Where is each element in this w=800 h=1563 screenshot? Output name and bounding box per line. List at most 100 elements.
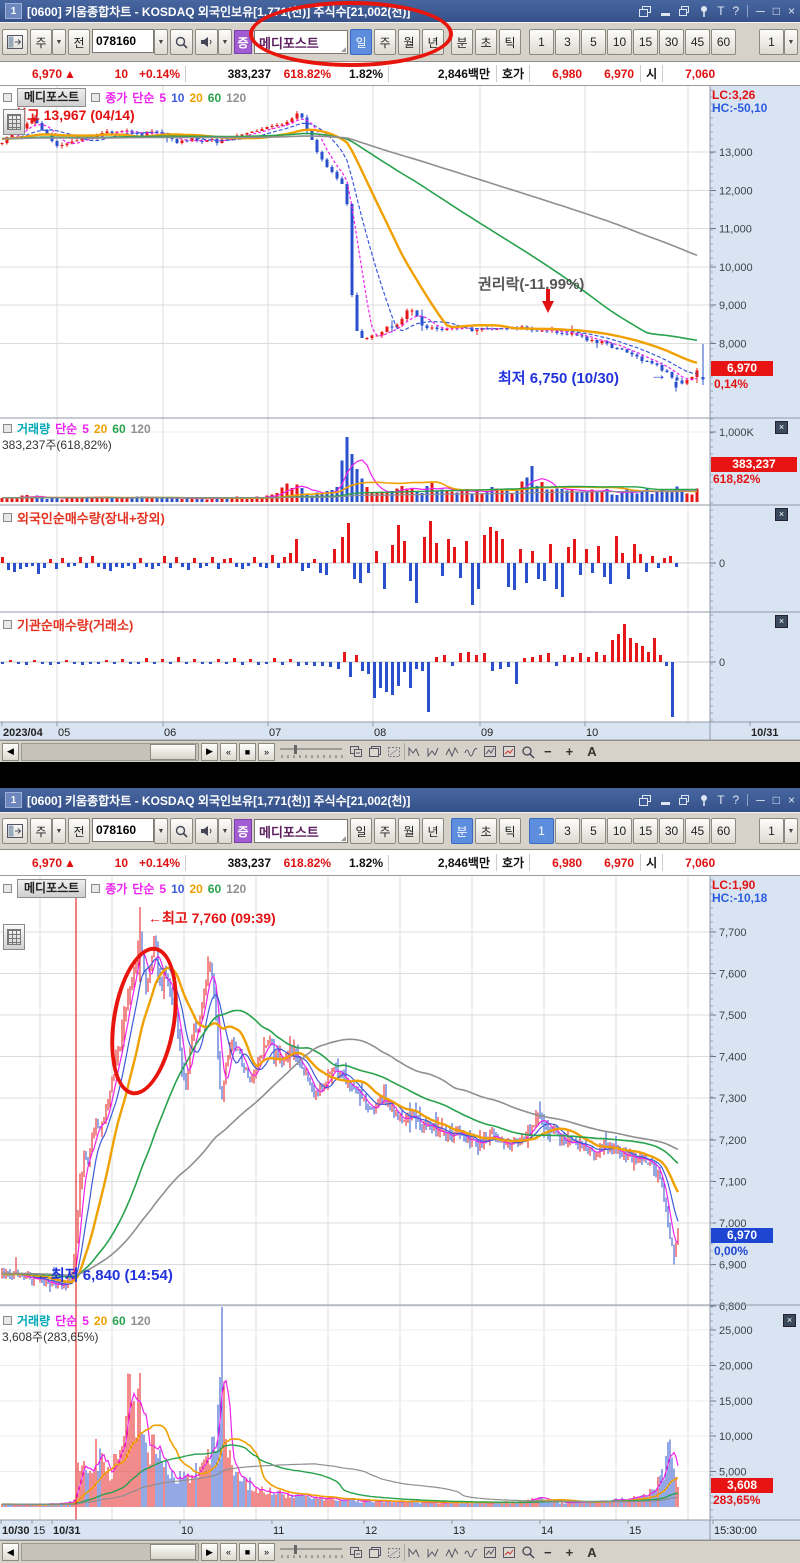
cascade-icon[interactable] [679,794,691,806]
chevron-down-icon[interactable]: ▼ [52,818,66,844]
auto-scale-button[interactable]: A [581,743,602,761]
title-bar[interactable]: 1 [0600] 키움종합차트 - KOSDAQ 외국인보유[1,771(천)]… [0,788,800,812]
forward-icon[interactable]: » [258,742,275,761]
legend-checkbox[interactable] [3,1316,12,1325]
copy-window-icon[interactable] [347,1544,364,1561]
close-icon[interactable]: × [788,794,795,806]
maximize-icon[interactable]: □ [773,5,780,17]
valley-line-icon[interactable] [424,1544,441,1561]
text-tool-icon[interactable]: T [717,794,724,806]
peak-line-icon[interactable] [404,743,422,760]
zoom-slider[interactable] [277,743,345,760]
minute-5-button[interactable]: 5 [581,818,606,844]
rewind-icon[interactable]: « [220,742,237,761]
popout-icon[interactable] [639,5,652,17]
popout-icon[interactable] [639,794,652,806]
tab-tick[interactable]: 틱 [499,818,521,844]
help-icon[interactable]: ? [733,5,740,17]
minute-30-button[interactable]: 30 [659,818,684,844]
close-pane-icon[interactable]: × [775,615,788,628]
zoom-icon[interactable] [519,743,536,760]
chevron-down-icon[interactable]: ▼ [154,29,168,55]
search-icon[interactable] [170,29,193,55]
close-icon[interactable]: × [788,5,795,17]
zoom-out-button[interactable]: − [538,1543,558,1561]
close-pane-icon[interactable]: × [775,508,788,521]
speaker-icon[interactable] [195,818,218,844]
minute-45-button[interactable]: 45 [685,818,710,844]
minute-chart-canvas[interactable]: 7,7007,6007,5007,4007,3007,2007,1007,000… [0,876,800,1540]
close-pane-icon[interactable]: × [775,421,788,434]
minute-3-button[interactable]: 3 [555,818,580,844]
minute-10-button[interactable]: 10 [607,818,632,844]
tab-second[interactable]: 초 [475,818,497,844]
minute-60-button[interactable]: 60 [711,818,736,844]
play-icon[interactable]: ▶ [201,1543,218,1561]
valley-line-icon[interactable] [424,743,441,760]
layout-icon[interactable] [2,818,28,844]
text-tool-icon[interactable]: T [717,5,724,17]
minimize-panel-icon[interactable] [659,6,671,17]
speaker-icon[interactable] [195,29,218,55]
minute-30-button[interactable]: 30 [659,29,684,55]
custom-minute-value[interactable]: 1 [759,818,784,844]
tab-second[interactable]: 초 [475,29,497,55]
zoom-slider[interactable] [277,1544,345,1561]
h-scrollbar[interactable] [21,1543,199,1561]
minimize-icon[interactable]: ─ [756,5,765,17]
chevron-down-icon[interactable]: ▼ [784,818,798,844]
legend-checkbox[interactable] [3,93,12,102]
peak-line-icon[interactable] [404,1543,422,1561]
play-icon[interactable]: ▶ [201,742,218,761]
wave-line-icon[interactable] [462,743,479,760]
legend-checkbox[interactable] [91,884,101,893]
jeon-button[interactable]: 전 [68,818,90,844]
tab-yearly[interactable]: 년 [422,818,444,844]
jeon-button[interactable]: 전 [68,29,90,55]
forward-icon[interactable]: » [258,1543,275,1561]
zoom-in-button[interactable]: + [560,743,580,761]
tab-weekly[interactable]: 주 [374,818,396,844]
period-quick-button[interactable]: 주 [30,29,52,55]
chevron-down-icon[interactable]: ▼ [52,29,66,55]
minimize-panel-icon[interactable] [659,795,671,806]
pin-icon[interactable] [699,794,709,806]
legend-checkbox[interactable] [3,424,12,433]
chevron-down-icon[interactable]: ▼ [784,29,798,55]
grid-settings-icon[interactable] [3,109,25,135]
chevron-down-icon[interactable]: ▼ [218,29,232,55]
scroll-left-icon[interactable]: ◀ [2,742,19,761]
legend-checkbox[interactable] [3,620,12,629]
grid-settings-icon[interactable] [3,924,25,950]
title-bar[interactable]: 1 [0600] 키움종합차트 - KOSDAQ 외국인보유[1,771(천)]… [0,0,800,22]
copy-window-icon[interactable] [347,743,364,760]
tab-monthly[interactable]: 월 [398,818,420,844]
annotate-chart-icon[interactable] [481,743,498,760]
cascade-windows-icon[interactable] [366,1544,383,1561]
stock-code-input[interactable] [92,818,154,842]
tab-daily[interactable]: 일 [350,29,372,55]
tab-weekly[interactable]: 주 [374,29,396,55]
pin-icon[interactable] [699,5,709,17]
search-icon[interactable] [170,818,193,844]
minute-10-button[interactable]: 10 [607,29,632,55]
tab-minute[interactable]: 분 [451,818,473,844]
period-quick-button[interactable]: 주 [30,818,52,844]
tab-yearly[interactable]: 년 [422,29,444,55]
minute-15-button[interactable]: 15 [633,818,658,844]
minute-15-button[interactable]: 15 [633,29,658,55]
minute-60-button[interactable]: 60 [711,29,736,55]
scroll-left-icon[interactable]: ◀ [2,1543,19,1561]
layout-icon[interactable] [2,29,28,55]
zoom-out-button[interactable]: − [538,743,558,761]
close-pane-icon[interactable]: × [783,1314,796,1327]
legend-checkbox[interactable] [3,884,12,893]
chevron-down-icon[interactable]: ▼ [218,818,232,844]
tab-monthly[interactable]: 월 [398,29,420,55]
minimize-icon[interactable]: ─ [756,794,765,806]
stock-name-field[interactable]: 메디포스트 [254,819,348,843]
stop-icon[interactable]: ■ [239,742,256,761]
tab-daily[interactable]: 일 [350,818,372,844]
mini-chart-icon[interactable] [500,1544,517,1561]
h-scrollbar[interactable] [21,742,199,761]
